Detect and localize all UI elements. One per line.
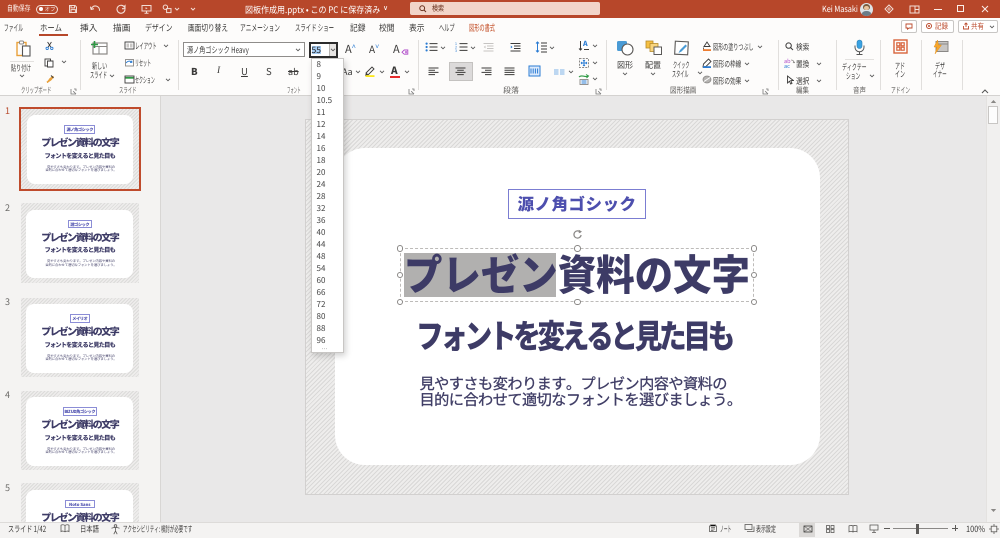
svg-text:ac: ac [784,62,790,68]
svg-text:A: A [582,40,588,49]
svg-text:3: 3 [455,49,457,52]
